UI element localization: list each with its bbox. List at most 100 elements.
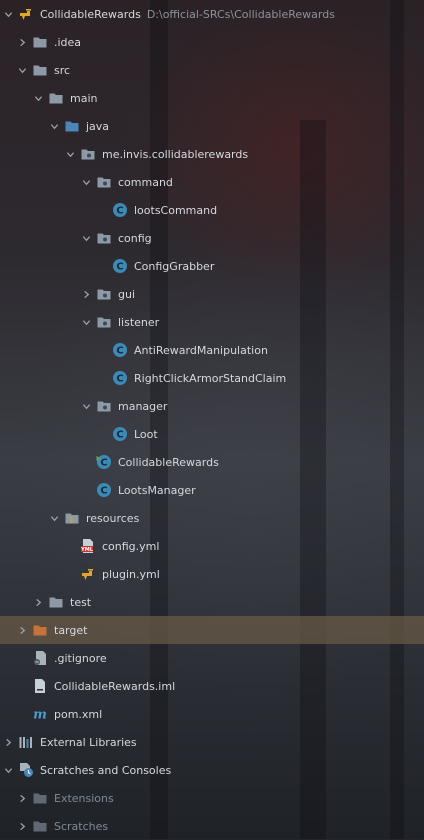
tree-item-label: command xyxy=(118,175,173,189)
tree-item-label: External Libraries xyxy=(40,735,137,749)
tree-item-label: Loot xyxy=(134,427,158,441)
tree-item-label: lootsCommand xyxy=(134,203,218,217)
tree-class[interactable]: C AntiRewardManipulation xyxy=(0,336,424,364)
java-class-icon: C xyxy=(112,202,128,218)
svg-text:YML: YML xyxy=(80,547,94,553)
resources-folder-icon xyxy=(64,510,80,526)
tree-item-label: pom.xml xyxy=(54,707,103,721)
chevron-down-icon[interactable] xyxy=(80,176,92,188)
package-icon xyxy=(96,398,112,414)
chevron-right-icon[interactable] xyxy=(16,624,28,636)
chevron-down-icon[interactable] xyxy=(16,64,28,76)
tree-folder[interactable]: resources xyxy=(0,504,424,532)
svg-text:m: m xyxy=(33,708,47,723)
java-class-icon: C xyxy=(112,342,128,358)
tree-item-label: CollidableRewards xyxy=(118,455,219,469)
svg-text:C: C xyxy=(116,346,123,357)
tree-file[interactable]: m pom.xml xyxy=(0,700,424,728)
tree-package[interactable]: me.invis.collidablerewards xyxy=(0,140,424,168)
tree-item-label: src xyxy=(54,63,71,77)
chevron-down-icon[interactable] xyxy=(48,120,60,132)
chevron-right-icon[interactable] xyxy=(16,792,28,804)
svg-text:C: C xyxy=(116,430,123,441)
package-icon xyxy=(96,314,112,330)
tree-root[interactable]: CollidableRewards D:\official-SRCs\Collid… xyxy=(0,0,424,28)
tree-folder[interactable]: target xyxy=(0,616,424,644)
tree-item-label: main xyxy=(70,91,98,105)
svg-text:C: C xyxy=(100,458,107,469)
tree-folder[interactable]: src xyxy=(0,56,424,84)
project-path: D:\official-SRCs\CollidableRewards xyxy=(146,7,335,21)
tree-class[interactable]: C RightClickArmorStandClaim xyxy=(0,364,424,392)
folder-icon xyxy=(32,790,48,806)
package-icon xyxy=(96,230,112,246)
tree-item-label: resources xyxy=(86,511,140,525)
iml-file-icon xyxy=(32,678,48,694)
chevron-down-icon[interactable] xyxy=(80,232,92,244)
project-name: CollidableRewards xyxy=(40,7,141,21)
tree-package[interactable]: manager xyxy=(0,392,424,420)
java-class-icon: C xyxy=(112,370,128,386)
plugin-tap-icon xyxy=(80,566,96,582)
chevron-right-icon[interactable] xyxy=(2,736,14,748)
tree-item-label: plugin.yml xyxy=(102,567,160,581)
tree-class[interactable]: C LootsManager xyxy=(0,476,424,504)
chevron-down-icon[interactable] xyxy=(32,92,44,104)
tree-package[interactable]: listener xyxy=(0,308,424,336)
tree-item-label: target xyxy=(54,623,88,637)
java-class-icon: C xyxy=(112,258,128,274)
java-class-icon: C xyxy=(96,482,112,498)
tree-external-libraries[interactable]: External Libraries xyxy=(0,728,424,756)
tree-folder[interactable]: .idea xyxy=(0,28,424,56)
folder-icon xyxy=(32,62,48,78)
yml-file-icon: YML xyxy=(80,538,96,554)
tree-item-label: gui xyxy=(118,287,136,301)
chevron-down-icon[interactable] xyxy=(80,316,92,328)
tree-file[interactable]: .gitignore xyxy=(0,644,424,672)
source-folder-icon xyxy=(64,118,80,134)
tree-package[interactable]: gui xyxy=(0,280,424,308)
tree-class[interactable]: ClootsCommand xyxy=(0,196,424,224)
folder-icon xyxy=(32,34,48,50)
tree-class[interactable]: C ConfigGrabber xyxy=(0,252,424,280)
tree-scratches[interactable]: Scratches and Consoles xyxy=(0,756,424,784)
chevron-down-icon[interactable] xyxy=(2,764,14,776)
tree-item-label: listener xyxy=(118,315,160,329)
tree-item-label: config.yml xyxy=(102,539,160,553)
tree-file[interactable]: plugin.yml xyxy=(0,560,424,588)
package-icon xyxy=(80,146,96,162)
tree-package[interactable]: command xyxy=(0,168,424,196)
tree-item-label: java xyxy=(86,119,110,133)
tree-item-label: test xyxy=(70,595,92,609)
excluded-folder-icon xyxy=(32,622,48,638)
tree-item-label: ConfigGrabber xyxy=(134,259,215,273)
tree-item-label: LootsManager xyxy=(118,483,196,497)
chevron-right-icon[interactable] xyxy=(80,288,92,300)
chevron-right-icon[interactable] xyxy=(32,596,44,608)
folder-icon xyxy=(32,818,48,834)
scratches-icon xyxy=(18,762,34,778)
tree-file[interactable]: YML config.yml xyxy=(0,532,424,560)
tree-package[interactable]: config xyxy=(0,224,424,252)
maven-icon: m xyxy=(32,706,48,723)
tree-folder[interactable]: Extensions xyxy=(0,784,424,812)
tree-class[interactable]: C CollidableRewards xyxy=(0,448,424,476)
tree-folder[interactable]: test xyxy=(0,588,424,616)
tree-item-label: Scratches xyxy=(54,819,109,833)
tree-folder[interactable]: Scratches xyxy=(0,812,424,840)
tree-class[interactable]: C Loot xyxy=(0,420,424,448)
chevron-down-icon[interactable] xyxy=(48,512,60,524)
chevron-right-icon[interactable] xyxy=(16,820,28,832)
tree-folder[interactable]: java xyxy=(0,112,424,140)
chevron-right-icon[interactable] xyxy=(16,36,28,48)
chevron-down-icon[interactable] xyxy=(64,148,76,160)
tree-folder[interactable]: main xyxy=(0,84,424,112)
chevron-down-icon[interactable] xyxy=(80,400,92,412)
svg-text:C: C xyxy=(116,206,123,217)
tree-item-label: config xyxy=(118,231,152,245)
tree-item-label: me.invis.collidablerewards xyxy=(102,147,249,161)
tree-file[interactable]: CollidableRewards.iml xyxy=(0,672,424,700)
libraries-icon xyxy=(18,734,34,750)
tree-item-label: Extensions xyxy=(54,791,114,805)
chevron-down-icon[interactable] xyxy=(2,8,14,20)
